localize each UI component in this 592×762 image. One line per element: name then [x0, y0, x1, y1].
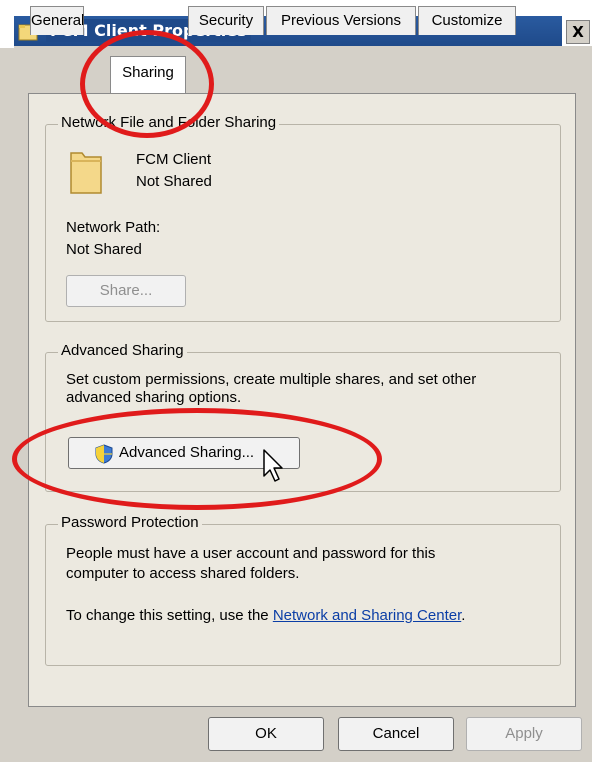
- network-path-value: Not Shared: [66, 241, 142, 258]
- advanced-sharing-desc-2: advanced sharing options.: [66, 389, 242, 406]
- password-desc-2: computer to access shared folders.: [66, 565, 300, 582]
- share-button[interactable]: Share...: [66, 275, 186, 307]
- advanced-sharing-button-label: Advanced Sharing...: [119, 444, 255, 461]
- password-protection-group: Password Protection People must have a u…: [45, 514, 561, 666]
- password-protection-group-label: Password Protection: [58, 514, 202, 531]
- folder-status: Not Shared: [136, 173, 212, 190]
- network-sharing-group-label: Network File and Folder Sharing: [58, 114, 280, 131]
- password-desc-1: People must have a user account and pass…: [66, 545, 436, 562]
- ok-button[interactable]: OK: [208, 717, 324, 751]
- network-path-label: Network Path:: [66, 219, 161, 236]
- network-sharing-center-link[interactable]: Network and Sharing Center: [273, 607, 461, 624]
- sharing-panel: Network File and Folder Sharing FCM Clie…: [28, 93, 576, 707]
- folder-name: FCM Client: [136, 151, 212, 168]
- password-setting-suffix: .: [461, 607, 466, 624]
- shield-icon: [95, 444, 113, 464]
- tab-previous-versions[interactable]: Previous Versions: [266, 6, 416, 35]
- tab-sharing[interactable]: Sharing: [110, 56, 186, 93]
- password-setting-prefix: To change this setting, use the: [66, 607, 273, 624]
- cancel-button[interactable]: Cancel: [338, 717, 454, 751]
- advanced-sharing-desc-1: Set custom permissions, create multiple …: [66, 371, 477, 388]
- tab-customize[interactable]: Customize: [418, 6, 516, 35]
- tab-security[interactable]: Security: [188, 6, 264, 35]
- apply-button[interactable]: Apply: [466, 717, 582, 751]
- mouse-cursor-icon: [263, 449, 283, 482]
- shared-folder-icon: [70, 152, 102, 194]
- advanced-sharing-group-label: Advanced Sharing: [58, 342, 187, 359]
- properties-window: FCM Client Properties X General Sharing …: [0, 0, 592, 762]
- advanced-sharing-group: Advanced Sharing Set custom permissions,…: [45, 342, 561, 492]
- close-button[interactable]: X: [566, 20, 590, 44]
- tab-general[interactable]: General: [30, 6, 84, 35]
- password-setting-line: To change this setting, use the Network …: [66, 607, 465, 624]
- network-sharing-group: Network File and Folder Sharing FCM Clie…: [45, 114, 561, 322]
